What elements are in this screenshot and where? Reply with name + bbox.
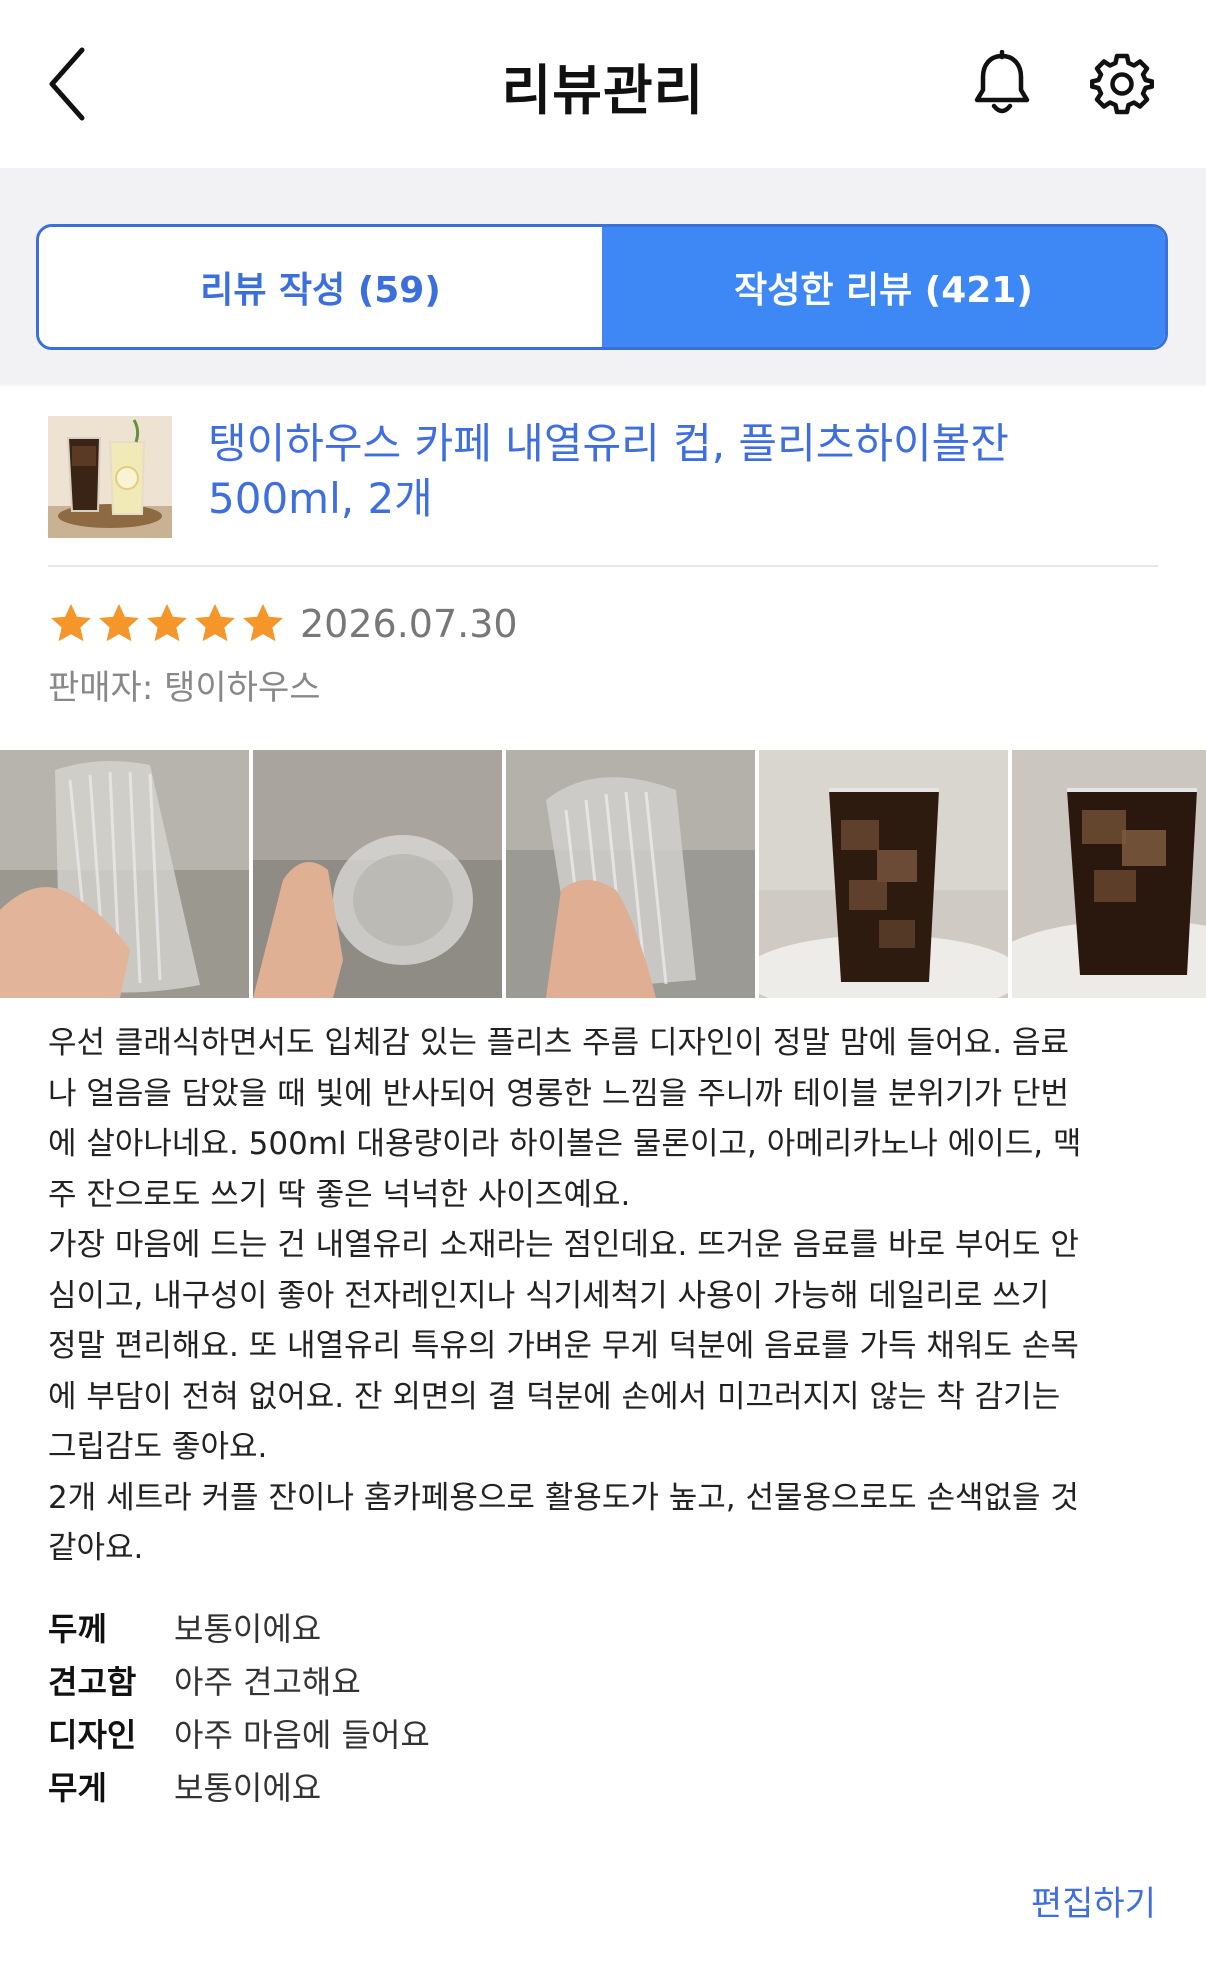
attribute-value: 아주 견고해요: [174, 1662, 361, 1701]
review-date: 2026.07.30: [300, 602, 518, 646]
review-photos: [0, 750, 1206, 998]
star-icon: [243, 603, 283, 642]
attribute-label: 디자인: [48, 1715, 137, 1754]
attribute-value: 보통이에요: [174, 1768, 322, 1807]
attribute-row: 디자인 아주 마음에 들어요: [48, 1706, 1148, 1759]
tab-written-reviews[interactable]: 작성한 리뷰 (421): [602, 227, 1165, 347]
attribute-row: 무게 보통이에요: [48, 1759, 1148, 1812]
gear-icon: [1089, 53, 1155, 115]
star-icon: [51, 603, 91, 642]
seller-name: 판매자: 탱이하우스: [48, 668, 321, 708]
tab-write-review[interactable]: 리뷰 작성 (59): [39, 227, 602, 347]
attribute-label: 두께: [48, 1609, 107, 1648]
star-icon: [147, 603, 187, 642]
settings-button[interactable]: [1089, 50, 1155, 118]
app-header: 리뷰관리: [0, 0, 1206, 168]
review-photo-3[interactable]: [506, 750, 755, 998]
divider: [48, 565, 1158, 567]
product-thumbnail[interactable]: [48, 416, 172, 538]
review-photo-5[interactable]: [1012, 750, 1206, 998]
product-info: 탱이하우스 카페 내열유리 컵, 플리츠하이볼잔 500ml, 2개: [48, 416, 1158, 566]
attribute-value: 아주 마음에 들어요: [174, 1715, 430, 1754]
attribute-row: 두께 보통이에요: [48, 1600, 1148, 1653]
edit-review-button[interactable]: 편집하기: [1031, 1876, 1156, 1925]
star-icon: [195, 603, 235, 642]
review-photo-4[interactable]: [759, 750, 1008, 998]
star-rating: [48, 601, 288, 647]
attribute-label: 무게: [48, 1768, 107, 1807]
product-name-link[interactable]: 탱이하우스 카페 내열유리 컵, 플리츠하이볼잔 500ml, 2개: [208, 416, 1108, 526]
attribute-label: 견고함: [48, 1662, 137, 1701]
tab-bar-container: 리뷰 작성 (59) 작성한 리뷰 (421): [0, 168, 1206, 386]
attribute-row: 견고함 아주 견고해요: [48, 1653, 1148, 1706]
star-icon: [99, 603, 139, 642]
review-body: 우선 클래식하면서도 입체감 있는 플리츠 주름 디자인이 정말 맘에 들어요.…: [48, 1025, 1082, 1566]
bell-icon: [974, 49, 1030, 114]
notification-button[interactable]: [970, 49, 1034, 118]
review-photo-2[interactable]: [253, 750, 502, 998]
attribute-value: 보통이에요: [174, 1609, 322, 1648]
review-tabs: 리뷰 작성 (59) 작성한 리뷰 (421): [36, 224, 1168, 350]
rating-row: 2026.07.30: [48, 596, 518, 652]
review-attributes: 두께 보통이에요 견고함 아주 견고해요 디자인 아주 마음에 들어요 무게 보…: [48, 1600, 1148, 1812]
review-photo-1[interactable]: [0, 750, 249, 998]
